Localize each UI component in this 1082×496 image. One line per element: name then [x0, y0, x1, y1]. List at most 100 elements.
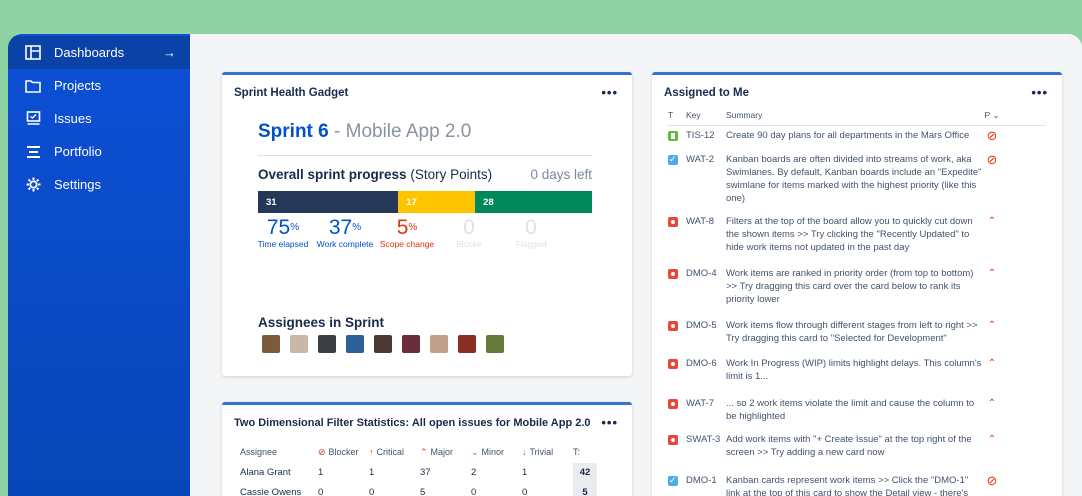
- avatar[interactable]: [430, 335, 448, 353]
- issue-summary[interactable]: Filters at the top of the board allow yo…: [726, 215, 982, 254]
- column-header[interactable]: ⌄ Minor: [471, 447, 522, 458]
- table-cell[interactable]: 0: [522, 483, 573, 496]
- table-cell[interactable]: 0: [471, 483, 522, 496]
- issue-summary[interactable]: Kanban cards represent work items >> Cli…: [726, 474, 982, 496]
- issue-row[interactable]: WAT-7... so 2 work items violate the lim…: [668, 397, 1046, 423]
- progress-unit: (Story Points): [410, 167, 493, 182]
- sidebar-item-projects[interactable]: Projects: [8, 69, 190, 102]
- minor-icon: ⌄: [471, 447, 479, 457]
- column-summary[interactable]: Summary: [726, 110, 982, 121]
- gadget-title: Assigned to Me: [664, 87, 749, 99]
- stat-label: Work complete: [316, 239, 374, 249]
- column-header[interactable]: ⌃ Major: [420, 447, 471, 458]
- column-type[interactable]: T: [668, 110, 686, 121]
- issue-key-link[interactable]: DMO-5: [686, 319, 726, 345]
- table-row[interactable]: Cassie Owens 0 0 5 0 0 5: [240, 483, 618, 496]
- issue-summary[interactable]: Work items flow through different stages…: [726, 319, 982, 345]
- assignee-name: Alana Grant: [240, 467, 291, 478]
- sprint-stat: 0 Flagged: [500, 216, 562, 250]
- sidebar-item-settings[interactable]: Settings: [8, 168, 190, 201]
- avatar[interactable]: [486, 335, 504, 353]
- sprint-separator: -: [328, 121, 346, 142]
- sprint-heading[interactable]: Sprint 6 - Mobile App 2.0: [258, 121, 471, 143]
- column-header[interactable]: ↓ Trivial: [522, 447, 573, 458]
- table-cell[interactable]: 5: [420, 483, 471, 496]
- table-cell[interactable]: 0: [318, 483, 369, 496]
- issue-summary[interactable]: Work In Progress (WIP) limits highlight …: [726, 357, 982, 383]
- column-header[interactable]: ↑ Critical: [369, 447, 420, 458]
- column-header-label: Blocker: [328, 447, 359, 457]
- blocker-priority-icon: ⊘: [986, 152, 998, 167]
- story-type-icon: [668, 131, 678, 141]
- filter-table-header: Assignee ⊘ Blocker ↑ Critical ⌃ Major ⌄ Minor ↓ Tr…: [240, 447, 618, 458]
- portfolio-icon: [24, 143, 42, 161]
- sidebar-item-label: Projects: [54, 78, 101, 93]
- blocker-icon: ⊘: [318, 447, 326, 457]
- issue-summary[interactable]: Kanban boards are often divided into str…: [726, 153, 982, 205]
- issue-row[interactable]: DMO-5 Work items flow through different s…: [668, 319, 1046, 345]
- issue-summary[interactable]: Work items are ranked in priority order …: [726, 267, 982, 306]
- issue-row[interactable]: SWAT-3 Add work items with "+ Create Issu…: [668, 433, 1046, 459]
- table-cell[interactable]: 37: [420, 463, 471, 483]
- table-cell[interactable]: 42: [573, 463, 597, 483]
- sidebar-item-issues[interactable]: Issues: [8, 102, 190, 135]
- more-options-button[interactable]: •••: [601, 415, 618, 430]
- issue-row[interactable]: WAT-2Kanban boards are often divided int…: [668, 153, 1046, 205]
- stat-value: 5: [396, 216, 409, 239]
- issue-key-link[interactable]: DMO-1: [686, 474, 726, 496]
- avatar[interactable]: [374, 335, 392, 353]
- table-cell[interactable]: 1: [522, 463, 573, 483]
- table-row[interactable]: Alana Grant 1 1 37 2 1 42: [240, 463, 618, 483]
- issue-summary[interactable]: ... so 2 work items violate the limit an…: [726, 397, 982, 423]
- avatar[interactable]: [458, 335, 476, 353]
- blocker-priority-icon: ⊘: [986, 128, 998, 143]
- table-cell[interactable]: 1: [369, 463, 420, 483]
- blocker-priority-icon: ⊘: [986, 473, 998, 488]
- issue-key-link[interactable]: DMO-6: [686, 357, 726, 383]
- progress-header: Overall sprint progress (Story Points) 0…: [258, 167, 592, 182]
- issue-row[interactable]: TIS-12 Create 90 day plans for all depart…: [668, 129, 1046, 145]
- issue-key-link[interactable]: WAT-7: [686, 397, 726, 423]
- sidebar-item-dashboards[interactable]: Dashboards →: [8, 36, 190, 69]
- issue-key-link[interactable]: TIS-12: [686, 129, 726, 145]
- issue-row[interactable]: DMO-6 Work In Progress (WIP) limits highl…: [668, 357, 1046, 383]
- stat-suffix: %: [352, 222, 362, 233]
- sprint-stat: 75% Time elapsed: [252, 216, 314, 250]
- avatar[interactable]: [318, 335, 336, 353]
- avatar[interactable]: [346, 335, 364, 353]
- column-key[interactable]: Key: [686, 110, 726, 121]
- avatar[interactable]: [402, 335, 420, 353]
- column-header[interactable]: T:: [573, 447, 597, 458]
- issue-key-link[interactable]: DMO-4: [686, 267, 726, 306]
- column-header-label: Major: [430, 447, 454, 457]
- more-options-button[interactable]: •••: [601, 85, 618, 100]
- critical-priority-icon: ⌃: [987, 320, 997, 331]
- avatar[interactable]: [290, 335, 308, 353]
- table-cell[interactable]: 5: [573, 483, 597, 496]
- dashboard-icon: [24, 44, 42, 62]
- column-header[interactable]: ⊘ Blocker: [318, 447, 369, 458]
- issue-row[interactable]: DMO-4 Work items are ranked in priority o…: [668, 267, 1046, 306]
- assignee-avatars: [262, 335, 514, 353]
- column-priority[interactable]: P ⌄: [982, 110, 1002, 121]
- more-options-button[interactable]: •••: [1031, 85, 1048, 100]
- assigned-to-me-gadget: Assigned to Me ••• T Key Summary P ⌄ TIS…: [652, 72, 1062, 496]
- progress-segment: 17: [398, 191, 476, 213]
- table-cell[interactable]: 2: [471, 463, 522, 483]
- issue-key-link[interactable]: SWAT-3: [686, 433, 726, 459]
- table-cell[interactable]: 0: [369, 483, 420, 496]
- stat-value: 75: [266, 216, 291, 239]
- avatar[interactable]: [262, 335, 280, 353]
- table-cell[interactable]: 1: [318, 463, 369, 483]
- stat-value: 0: [525, 216, 537, 239]
- issue-row[interactable]: DMO-1Kanban cards represent work items >…: [668, 474, 1046, 496]
- issue-summary[interactable]: Add work items with "+ Create Issue" at …: [726, 433, 982, 459]
- issue-row[interactable]: WAT-8 Filters at the top of the board all…: [668, 215, 1046, 254]
- issue-key-link[interactable]: WAT-8: [686, 215, 726, 254]
- issue-summary[interactable]: Create 90 day plans for all departments …: [726, 129, 982, 145]
- issue-key-link[interactable]: WAT-2: [686, 153, 726, 205]
- column-header[interactable]: Assignee: [240, 447, 318, 458]
- stat-label: Scope change: [379, 239, 435, 249]
- bug-type-icon: [668, 399, 678, 409]
- sidebar-item-portfolio[interactable]: Portfolio: [8, 135, 190, 168]
